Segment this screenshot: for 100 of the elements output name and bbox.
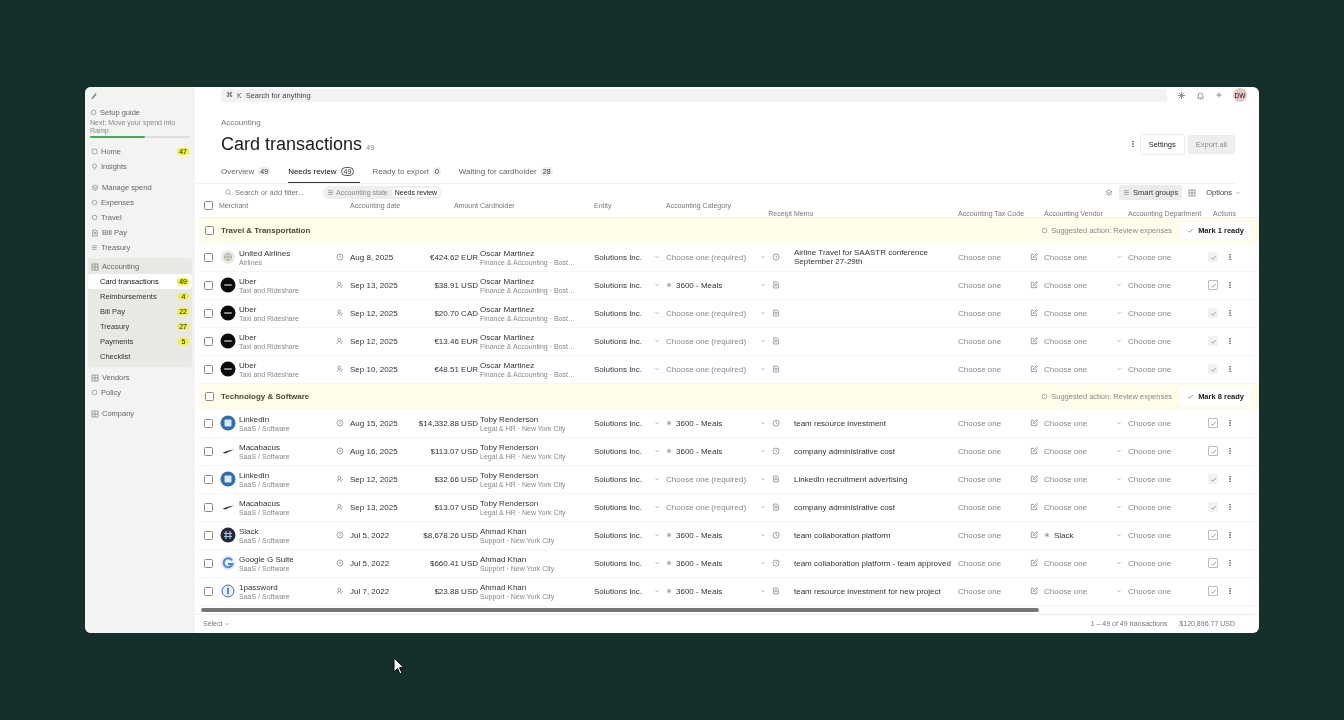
edit-icon (1030, 281, 1038, 290)
swoosh-logo-icon (221, 448, 235, 454)
vendor-select[interactable]: Choose one (1044, 558, 1114, 568)
tax-code-select[interactable]: Choose one (958, 446, 1028, 456)
merchant-name: Uber (239, 360, 258, 370)
chevron-icon (654, 560, 660, 567)
group-checkbox[interactable] (204, 226, 214, 236)
person-icon (336, 281, 344, 290)
row-checkbox[interactable] (203, 418, 213, 428)
group-title: Technology & Software (221, 392, 311, 402)
chevron-icon (654, 254, 660, 261)
edit-icon (1030, 309, 1038, 318)
amount-text: $8,678.26 USD (422, 530, 478, 540)
tax-code-select[interactable]: Choose one (958, 280, 1028, 290)
chevron-icon (760, 504, 766, 511)
department-select[interactable]: Choose one (1128, 418, 1206, 428)
ready-checkbox[interactable] (1208, 280, 1218, 291)
row-checkbox[interactable] (203, 280, 213, 290)
ready-checkbox[interactable] (1208, 558, 1218, 569)
chevron-icon (1235, 189, 1241, 196)
square-logo-icon (220, 415, 236, 432)
cardholder-name: Toby Renderson (480, 414, 540, 424)
document-icon (772, 587, 780, 596)
more-icon (1226, 365, 1234, 374)
department-select[interactable]: Choose one (1128, 280, 1206, 290)
ready-checkbox[interactable] (1208, 446, 1218, 457)
entity-select[interactable]: Solutions Inc. (594, 280, 652, 290)
grid-icon (91, 262, 99, 271)
entity-select[interactable]: Solutions Inc. (594, 530, 652, 540)
memo-text: company administrative cost (794, 446, 896, 456)
cardholder-name: Oscar Martinez (480, 248, 536, 258)
department-select[interactable]: Choose one (1128, 530, 1206, 540)
cardholder-name: Toby Renderson (480, 498, 540, 508)
person-icon (336, 309, 344, 318)
merchant-name: Uber (239, 276, 258, 286)
tax-code-select[interactable]: Choose one (958, 418, 1028, 428)
grid-icon (91, 373, 99, 382)
hash-logo-icon (220, 527, 236, 544)
memo-text: team collaboration platform - team approved (794, 558, 952, 568)
row-checkbox[interactable] (203, 558, 213, 568)
asterisk-icon (666, 588, 672, 595)
department-select[interactable]: Choose one (1128, 558, 1206, 568)
entity-select[interactable]: Solutions Inc. (594, 558, 652, 568)
vendor-select[interactable]: Choose one (1044, 586, 1114, 596)
ready-checkbox[interactable] (1208, 530, 1218, 541)
ready-checkbox[interactable] (1208, 418, 1218, 429)
date-text: Sep 13, 2025 (350, 280, 399, 290)
date-text: Jul 5, 2022 (350, 530, 391, 540)
group-checkbox[interactable] (204, 392, 214, 402)
entity-select[interactable]: Solutions Inc. (594, 446, 652, 456)
asterisk-icon (666, 560, 672, 567)
memo-text: LinkedIn recruitment advertising (794, 474, 909, 484)
check-icon (1209, 503, 1217, 511)
cardholder-name: Ahmad Khan (480, 582, 528, 592)
tax-code-select[interactable]: Choose one (958, 586, 1028, 596)
scrollbar[interactable] (201, 607, 1039, 612)
amount-text: $14,332.88 USD (417, 418, 478, 428)
category-select[interactable]: 3600 - Meals (666, 446, 758, 456)
select-all-checkbox[interactable] (203, 200, 213, 210)
vendor-select[interactable]: Choose one (1044, 446, 1114, 456)
circle-icon (91, 389, 98, 397)
cardholder-name: Toby Renderson (480, 442, 540, 452)
square-logo-icon (220, 471, 236, 488)
more-icon (1226, 559, 1234, 568)
chevron-icon (654, 448, 660, 455)
vendor-select[interactable]: Slack (1044, 530, 1114, 540)
department-select[interactable]: Choose one (1128, 586, 1206, 596)
department-select[interactable]: Choose one (1128, 446, 1206, 456)
chevron-icon (1116, 476, 1122, 483)
chevron-icon (760, 476, 766, 483)
category-select[interactable]: 3600 - Meals (666, 586, 758, 596)
vendor-select[interactable]: Choose one (1044, 418, 1114, 428)
date-text: Sep 12, 2025 (350, 474, 399, 484)
category-select[interactable]: 3600 - Meals (666, 280, 758, 290)
row-checkbox[interactable] (203, 446, 213, 456)
vendor-select[interactable]: Choose one (1044, 280, 1114, 290)
edit-icon (1030, 447, 1038, 456)
category-select[interactable]: 3600 - Meals (666, 418, 758, 428)
entity-select[interactable]: Solutions Inc. (594, 418, 652, 428)
row-checkbox[interactable] (203, 586, 213, 596)
check-icon (1209, 531, 1217, 539)
chevron-icon (1116, 532, 1122, 539)
row-checkbox[interactable] (203, 530, 213, 540)
clock-icon (772, 531, 780, 540)
category-select[interactable]: 3600 - Meals (666, 558, 758, 568)
tax-code-select[interactable]: Choose one (958, 530, 1028, 540)
merchant-name: Macabacus (239, 498, 281, 508)
ready-checkbox[interactable] (1208, 586, 1218, 597)
merchant-name: 1password (239, 582, 279, 592)
grid-icon (91, 409, 99, 418)
chevron-icon (760, 310, 766, 317)
chevron-icon (1116, 338, 1122, 345)
tax-code-select[interactable]: Choose one (958, 558, 1028, 568)
amount-text: $23.88 USD (433, 586, 478, 596)
entity-select[interactable]: Solutions Inc. (594, 586, 652, 596)
edit-icon (1030, 587, 1038, 596)
asterisk-icon (1044, 532, 1050, 539)
category-select[interactable]: 3600 - Meals (666, 530, 758, 540)
chevron-icon (654, 338, 660, 345)
breadcrumb[interactable]: Accounting (221, 118, 261, 128)
